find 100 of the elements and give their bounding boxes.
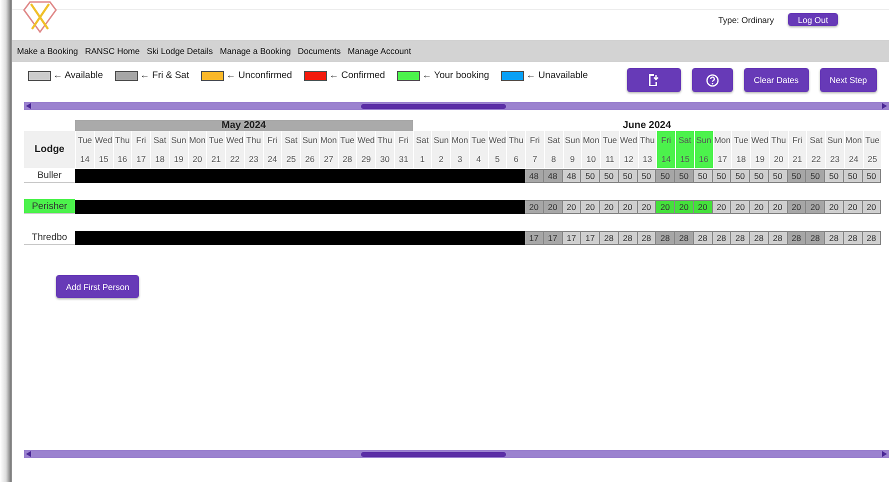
availability-cell[interactable]: 28 bbox=[712, 231, 732, 245]
availability-cell[interactable]: 48 bbox=[544, 169, 562, 183]
day-header[interactable]: Sat 18 bbox=[150, 131, 169, 168]
availability-cell[interactable]: 50 bbox=[750, 169, 769, 183]
availability-cell[interactable]: 28 bbox=[638, 231, 656, 245]
availability-cell[interactable]: 28 bbox=[768, 231, 788, 245]
day-header[interactable]: Mon 17 bbox=[712, 131, 732, 168]
day-header[interactable]: Fri 14 bbox=[656, 131, 675, 168]
lodge-name[interactable]: Perisher bbox=[24, 199, 75, 214]
day-header[interactable]: Mon 24 bbox=[844, 131, 862, 168]
availability-cell[interactable]: 20 bbox=[768, 200, 788, 214]
availability-cell[interactable]: 17 bbox=[544, 231, 562, 245]
day-header[interactable]: Thu 6 bbox=[506, 131, 525, 168]
availability-cell[interactable]: 28 bbox=[750, 231, 769, 245]
day-header[interactable]: Sat 15 bbox=[675, 131, 694, 168]
availability-cell[interactable]: 50 bbox=[731, 169, 750, 183]
scroll-thumb[interactable] bbox=[361, 452, 506, 456]
availability-cell[interactable]: 28 bbox=[825, 231, 844, 245]
day-header[interactable]: Thu 30 bbox=[375, 131, 394, 168]
availability-cell[interactable]: 50 bbox=[581, 169, 600, 183]
day-header[interactable]: Wed 5 bbox=[488, 131, 506, 168]
availability-cell[interactable]: 28 bbox=[656, 231, 675, 245]
day-header[interactable]: Sat 1 bbox=[412, 131, 432, 168]
day-header[interactable]: Sat 22 bbox=[806, 131, 825, 168]
day-header[interactable]: Thu 20 bbox=[768, 131, 788, 168]
availability-cell[interactable]: 28 bbox=[675, 231, 694, 245]
nav-link[interactable]: RANSC Home bbox=[84, 46, 140, 56]
day-header[interactable]: Wed 12 bbox=[618, 131, 638, 168]
availability-cell[interactable]: 28 bbox=[788, 231, 806, 245]
availability-cell[interactable]: 50 bbox=[806, 169, 825, 183]
day-header[interactable]: Sun 26 bbox=[300, 131, 319, 168]
day-header[interactable]: Thu 16 bbox=[112, 131, 132, 168]
download-button[interactable] bbox=[626, 68, 681, 92]
availability-cell[interactable]: 20 bbox=[544, 200, 562, 214]
day-header[interactable]: Fri 31 bbox=[394, 131, 412, 168]
availability-cell[interactable]: 50 bbox=[844, 169, 862, 183]
availability-cell[interactable]: 28 bbox=[618, 231, 638, 245]
day-header[interactable]: Sat 25 bbox=[281, 131, 300, 168]
scroll-thumb[interactable] bbox=[361, 104, 506, 108]
horizontal-scrollbar[interactable] bbox=[24, 450, 889, 458]
availability-cell[interactable]: 50 bbox=[825, 169, 844, 183]
nav-link[interactable]: Ski Lodge Details bbox=[146, 46, 213, 56]
availability-cell[interactable]: 20 bbox=[600, 200, 619, 214]
day-header[interactable]: Mon 3 bbox=[450, 131, 469, 168]
horizontal-scrollbar[interactable] bbox=[24, 102, 889, 110]
day-header[interactable]: Fri 7 bbox=[525, 131, 544, 168]
day-header[interactable]: Sun 23 bbox=[825, 131, 844, 168]
availability-cell[interactable]: 20 bbox=[638, 200, 656, 214]
day-header[interactable]: Tue 25 bbox=[862, 131, 882, 168]
availability-cell[interactable]: 20 bbox=[562, 200, 582, 214]
availability-cell[interactable]: 17 bbox=[525, 231, 544, 245]
day-header[interactable]: Sun 9 bbox=[562, 131, 582, 168]
availability-cell[interactable]: 20 bbox=[825, 200, 844, 214]
scroll-left-icon[interactable] bbox=[26, 451, 31, 457]
availability-cell[interactable]: 50 bbox=[768, 169, 788, 183]
availability-cell[interactable]: 20 bbox=[862, 200, 882, 214]
availability-cell[interactable]: 50 bbox=[600, 169, 619, 183]
day-header[interactable]: Wed 19 bbox=[750, 131, 769, 168]
day-header[interactable]: Tue 14 bbox=[75, 131, 94, 168]
day-header[interactable]: Wed 29 bbox=[356, 131, 375, 168]
day-header[interactable]: Tue 11 bbox=[600, 131, 619, 168]
day-header[interactable]: Tue 4 bbox=[468, 131, 488, 168]
availability-cell[interactable]: 20 bbox=[525, 200, 544, 214]
day-header[interactable]: Sat 8 bbox=[544, 131, 562, 168]
nav-link[interactable]: Manage Account bbox=[348, 46, 412, 56]
availability-cell[interactable]: 28 bbox=[731, 231, 750, 245]
day-header[interactable]: Tue 18 bbox=[731, 131, 750, 168]
nav-link[interactable]: Make a Booking bbox=[17, 46, 78, 56]
availability-cell[interactable]: 50 bbox=[694, 169, 712, 183]
availability-cell[interactable]: 17 bbox=[581, 231, 600, 245]
availability-cell[interactable]: 48 bbox=[562, 169, 582, 183]
availability-cell[interactable]: 20 bbox=[844, 200, 862, 214]
day-header[interactable]: Mon 10 bbox=[581, 131, 600, 168]
availability-cell[interactable]: 20 bbox=[806, 200, 825, 214]
availability-cell[interactable]: 20 bbox=[712, 200, 732, 214]
scroll-right-icon[interactable] bbox=[882, 103, 887, 109]
availability-cell[interactable]: 28 bbox=[844, 231, 862, 245]
availability-cell[interactable]: 20 bbox=[618, 200, 638, 214]
availability-cell[interactable]: 50 bbox=[656, 169, 675, 183]
availability-cell[interactable]: 50 bbox=[712, 169, 732, 183]
day-header[interactable]: Sun 2 bbox=[431, 131, 450, 168]
availability-cell[interactable]: 20 bbox=[581, 200, 600, 214]
add-person-button[interactable]: Add First Person bbox=[56, 275, 140, 298]
day-header[interactable]: Wed 15 bbox=[94, 131, 112, 168]
day-header[interactable]: Fri 24 bbox=[262, 131, 282, 168]
day-header[interactable]: Sun 19 bbox=[168, 131, 188, 168]
day-header[interactable]: Wed 22 bbox=[225, 131, 244, 168]
availability-cell[interactable]: 28 bbox=[600, 231, 619, 245]
day-header[interactable]: Fri 21 bbox=[788, 131, 806, 168]
availability-cell[interactable]: 50 bbox=[862, 169, 882, 183]
availability-cell[interactable]: 20 bbox=[788, 200, 806, 214]
help-button[interactable] bbox=[692, 68, 733, 92]
availability-cell[interactable]: 48 bbox=[525, 169, 544, 183]
day-header[interactable]: Thu 13 bbox=[638, 131, 656, 168]
availability-cell[interactable]: 17 bbox=[562, 231, 582, 245]
availability-cell[interactable]: 50 bbox=[618, 169, 638, 183]
logout-button[interactable]: Log Out bbox=[788, 13, 838, 26]
day-header[interactable]: Tue 28 bbox=[338, 131, 356, 168]
availability-cell[interactable]: 20 bbox=[656, 200, 675, 214]
day-header[interactable]: Tue 21 bbox=[206, 131, 225, 168]
